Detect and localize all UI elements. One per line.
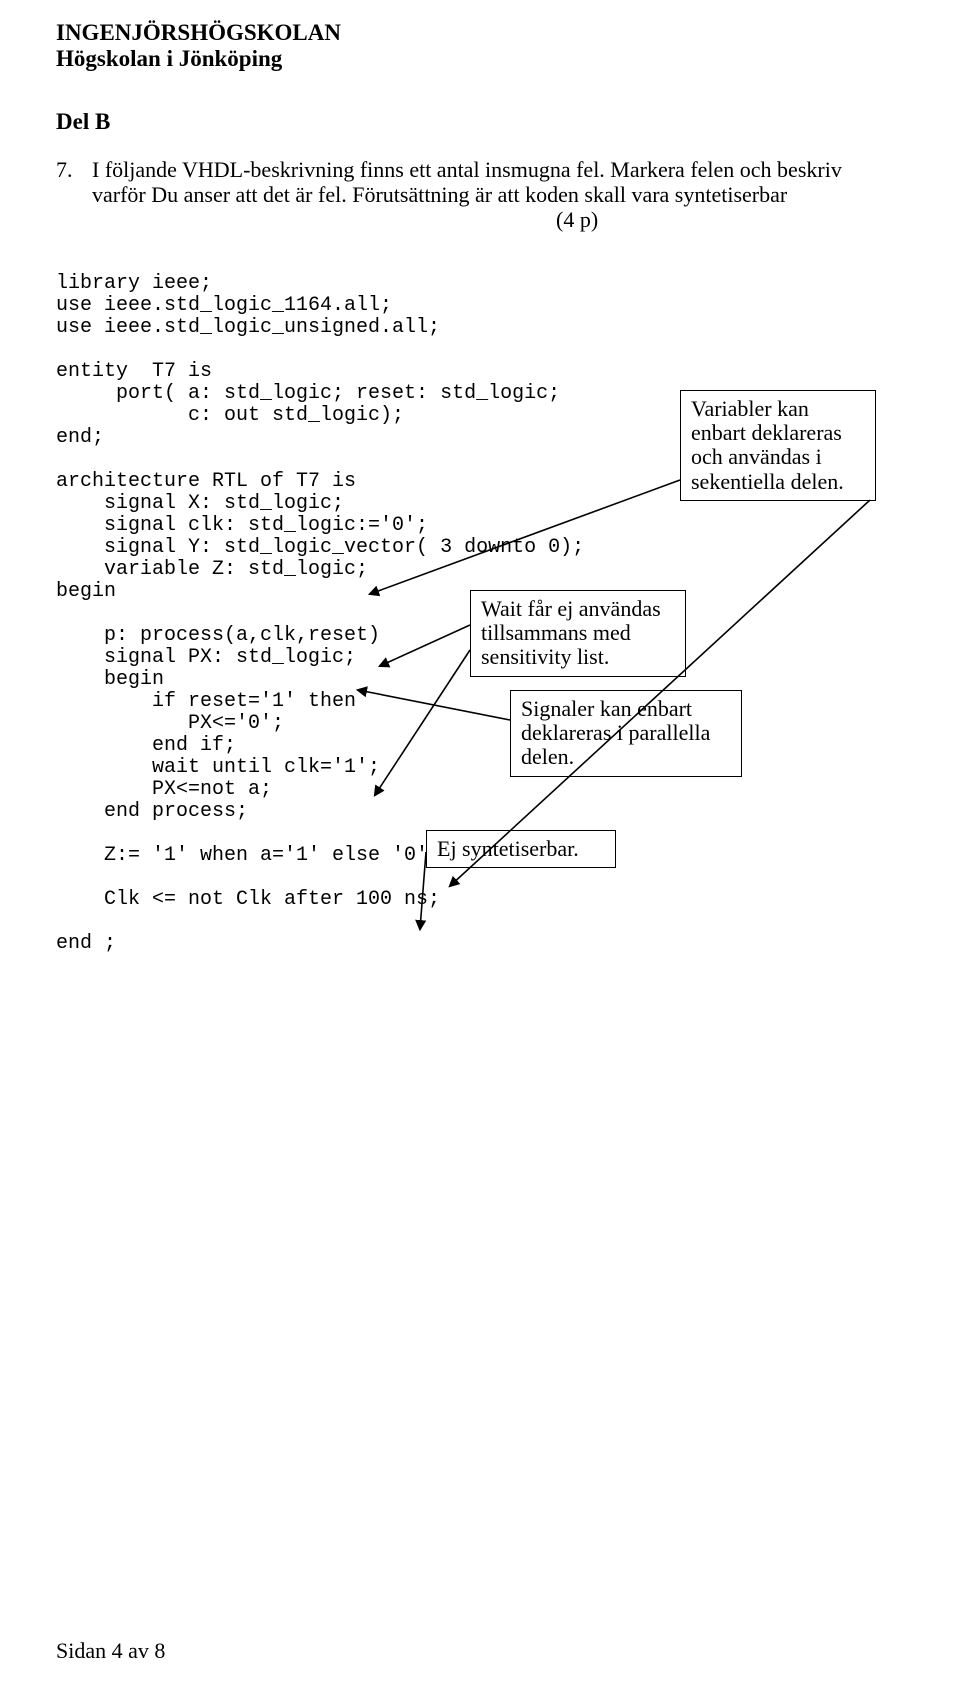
code-line: p: process(a,clk,reset) [56, 624, 380, 647]
question-block: 7.I följande VHDL-beskrivning finns ett … [56, 157, 904, 233]
question-line1: I följande VHDL-beskrivning finns ett an… [92, 157, 842, 182]
code-line: if reset='1' then [56, 690, 356, 713]
code-line: variable Z: std_logic; [56, 558, 368, 581]
code-line: library ieee; [56, 272, 212, 295]
code-line: entity T7 is [56, 360, 212, 383]
annotation-signal-parallel: Signaler kan enbart deklareras i paralle… [510, 690, 742, 777]
code-line: wait until clk='1'; [56, 756, 380, 779]
annotation-wait-sensitivity: Wait får ej användas tillsammans med sen… [470, 590, 686, 677]
annotation-not-synthesizable: Ej syntetiserbar. [426, 830, 616, 868]
code-line: PX<='0'; [56, 712, 284, 735]
header-org: INGENJÖRSHÖGSKOLAN [56, 20, 904, 46]
question-line2: varför Du anser att det är fel. Förutsät… [56, 182, 904, 207]
code-line: end ; [56, 932, 116, 955]
code-line: begin [56, 580, 116, 603]
code-line: signal clk: std_logic:='0'; [56, 514, 428, 537]
question-number: 7. [56, 157, 92, 182]
code-line: begin [56, 668, 164, 691]
code-line: end if; [56, 734, 236, 757]
code-line: signal X: std_logic; [56, 492, 344, 515]
code-line: use ieee.std_logic_1164.all; [56, 294, 392, 317]
section-heading: Del B [56, 109, 904, 135]
header-school: Högskolan i Jönköping [56, 46, 904, 72]
code-line: end; [56, 426, 104, 449]
code-line: c: out std_logic); [56, 404, 404, 427]
code-line: architecture RTL of T7 is [56, 470, 356, 493]
page: INGENJÖRSHÖGSKOLAN Högskolan i Jönköping… [0, 0, 960, 1688]
code-line: end process; [56, 800, 248, 823]
code-line: Clk <= not Clk after 100 ns; [56, 888, 440, 911]
code-line: Z:= '1' when a='1' else '0'; [56, 844, 440, 867]
code-line: port( a: std_logic; reset: std_logic; [56, 382, 560, 405]
question-points: (4 p) [56, 207, 904, 232]
code-line: signal PX: std_logic; [56, 646, 356, 669]
annotation-variable-declaration: Variabler kan enbart deklareras och anvä… [680, 390, 876, 501]
page-footer: Sidan 4 av 8 [56, 1638, 165, 1664]
code-line: signal Y: std_logic_vector( 3 downto 0); [56, 536, 584, 559]
code-line: PX<=not a; [56, 778, 272, 801]
code-line: use ieee.std_logic_unsigned.all; [56, 316, 440, 339]
